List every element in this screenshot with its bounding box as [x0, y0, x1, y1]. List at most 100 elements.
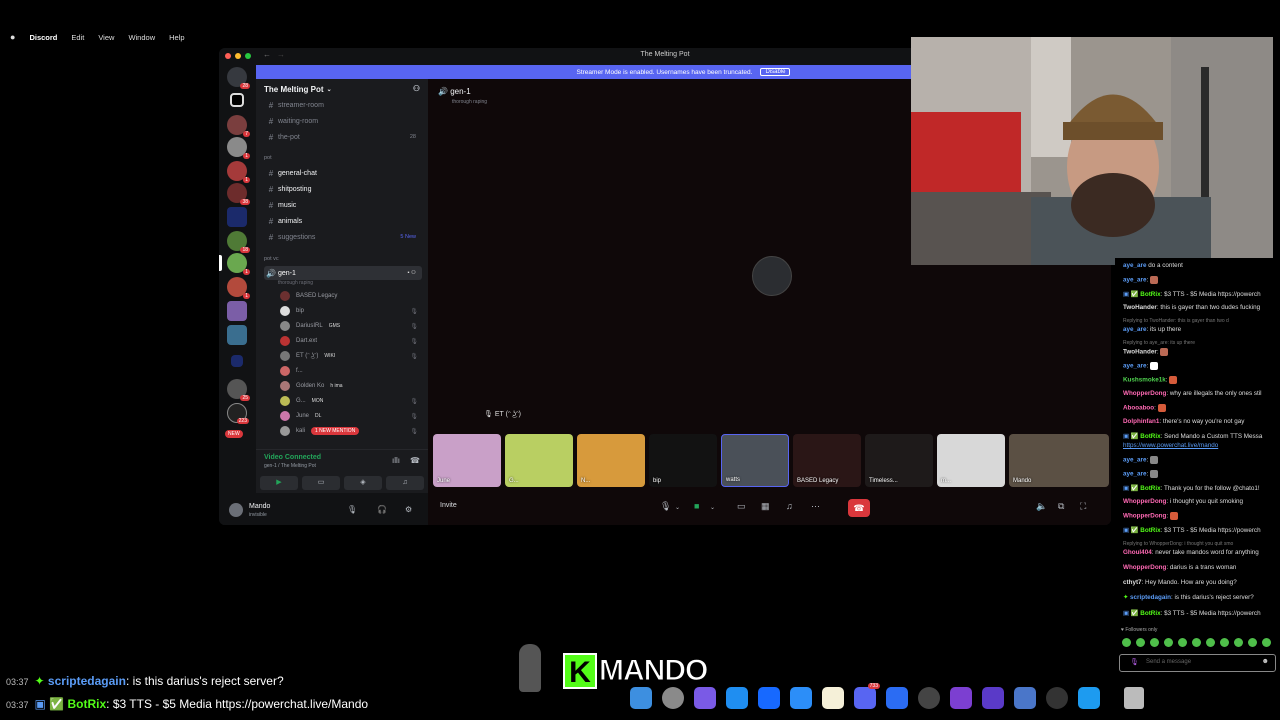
folder-icon[interactable] [231, 355, 243, 367]
emote-icon[interactable] [1150, 638, 1159, 647]
mail-icon[interactable] [790, 687, 812, 709]
participant-tile[interactable]: m... [937, 434, 1005, 487]
app-store-icon[interactable] [726, 687, 748, 709]
emote-icon[interactable] [1220, 638, 1229, 647]
trash-icon[interactable] [1124, 687, 1144, 709]
new-mention-badge[interactable]: 1 NEW MENTION [311, 427, 360, 435]
soundboard-icon[interactable]: ♫ [786, 501, 793, 511]
apple-icon[interactable]: ● [10, 32, 15, 42]
chat-input[interactable]: 🎙 Send a message ☻ [1119, 654, 1276, 672]
emote-icon[interactable] [1234, 638, 1243, 647]
folder-icon[interactable] [227, 207, 247, 227]
server-icon[interactable]: 38 [227, 183, 250, 205]
server-icon[interactable] [230, 93, 244, 107]
headphones-icon[interactable]: 🎧 [377, 505, 387, 514]
server-folder-icon[interactable] [227, 301, 247, 321]
disconnect-icon[interactable]: ☎ [410, 456, 420, 465]
menu-edit[interactable]: Edit [71, 33, 84, 42]
chevron-down-icon[interactable]: ⌄ [675, 504, 680, 511]
browser-icon[interactable] [758, 687, 780, 709]
voice-location[interactable]: gen-1 / The Melting Pot [264, 463, 316, 469]
discord-icon[interactable]: 733 [854, 683, 880, 709]
screen-share-icon[interactable]: ▭ [737, 501, 746, 512]
disable-streamer-button[interactable]: Disable [760, 68, 791, 76]
voice-member[interactable]: ET (ᵔ ͜ʖᵔ) WIKI 🎙 [280, 349, 422, 363]
chat-icon[interactable]: ▪ ⚇ [408, 270, 422, 276]
microphone-icon[interactable]: 🎙 [1130, 658, 1139, 666]
participant-tile[interactable]: Mando [1009, 434, 1109, 487]
server-icon-melting-pot[interactable]: 1 [227, 253, 250, 275]
new-badge[interactable]: NEW [225, 430, 243, 438]
channel-general-chat[interactable]: # general-chat [264, 166, 422, 180]
finder-icon[interactable] [630, 687, 652, 709]
more-icon[interactable]: ⋯ [811, 501, 820, 512]
emote-icon[interactable] [1206, 638, 1215, 647]
emote-icon[interactable] [1122, 638, 1131, 647]
emote-icon[interactable] [1248, 638, 1257, 647]
participant-tile[interactable]: G... [505, 434, 573, 487]
voice-member[interactable]: f... [280, 364, 422, 378]
app-icon[interactable] [1014, 687, 1036, 709]
soundboard-button[interactable]: ♫ [386, 476, 424, 490]
emoji-icon[interactable]: ☻ [1262, 658, 1269, 665]
camera-button[interactable]: ▶ [260, 476, 298, 490]
participant-tile[interactable]: Timeless... [865, 434, 933, 487]
category-pot-vc[interactable]: pot vc [264, 256, 279, 262]
voice-member[interactable]: bip 🎙 [280, 304, 422, 318]
microphone-icon[interactable]: 🎙 [347, 505, 357, 514]
server-icon[interactable]: 1 [227, 137, 250, 159]
voice-member[interactable]: kali 1 NEW MENTION 🎙 [280, 424, 422, 438]
fullscreen-icon[interactable]: ⛶ [1080, 501, 1086, 512]
activity-monitor-icon[interactable] [918, 687, 940, 709]
emote-icon[interactable] [1178, 638, 1187, 647]
safari-icon[interactable] [886, 687, 908, 709]
hangup-button[interactable]: ☎ [848, 499, 870, 517]
participant-tile[interactable]: bip [649, 434, 717, 487]
settings-icon[interactable] [662, 687, 684, 709]
server-icon[interactable]: 223 [227, 403, 249, 424]
participant-tile[interactable]: watts [721, 434, 789, 487]
voice-member[interactable]: G... MON 🎙 [280, 394, 422, 408]
add-member-icon[interactable]: ⚇ [413, 84, 420, 93]
menu-app-name[interactable]: Discord [29, 33, 57, 42]
server-icon[interactable]: 18 [227, 231, 250, 253]
emote-icon[interactable] [1136, 638, 1145, 647]
gear-icon[interactable]: ⚙ [405, 505, 412, 514]
app-icon[interactable] [950, 687, 972, 709]
screen-share-button[interactable]: ▭ [302, 476, 340, 490]
category-pot[interactable]: pot [264, 155, 272, 161]
chat-link[interactable]: https://www.powerchat.live/mando [1123, 442, 1280, 449]
invite-button[interactable]: Invite [440, 502, 457, 509]
app-icon[interactable] [1078, 687, 1100, 709]
focused-avatar[interactable] [752, 256, 792, 296]
user-name[interactable]: Mando [249, 503, 270, 510]
channel-animals[interactable]: # animals [264, 214, 422, 228]
menu-window[interactable]: Window [128, 33, 155, 42]
participant-tile[interactable]: BASED Legacy [793, 434, 861, 487]
voice-member[interactable]: DariusIRL GMS 🎙 [280, 319, 422, 333]
voice-member[interactable]: Dart.ext 🎙 [280, 334, 422, 348]
menu-help[interactable]: Help [169, 33, 184, 42]
notes-icon[interactable] [822, 687, 844, 709]
server-icon[interactable]: 7 [227, 115, 250, 137]
server-folder-icon[interactable] [227, 325, 247, 345]
popout-icon[interactable]: ⧉ [1058, 501, 1064, 512]
activities-button[interactable]: ◈ [344, 476, 382, 490]
microphone-icon[interactable]: 🎙 [660, 501, 671, 512]
voice-channel-gen-1[interactable]: 🔊 gen-1 ▪ ⚇ [264, 266, 422, 280]
voice-member[interactable]: Golden Ko h ima [280, 379, 422, 393]
participant-tile[interactable]: N... [577, 434, 645, 487]
channel-shitposting[interactable]: # shitposting [264, 182, 422, 196]
emote-icon[interactable] [1192, 638, 1201, 647]
emote-icon[interactable] [1164, 638, 1173, 647]
avatar[interactable] [229, 503, 243, 517]
emote-icon[interactable] [1262, 638, 1271, 647]
voice-member[interactable]: BASED Legacy [280, 289, 422, 303]
activities-icon[interactable]: ▦ [761, 501, 770, 512]
app-icon[interactable] [694, 687, 716, 709]
voice-status[interactable]: Video Connected [264, 454, 321, 461]
channel-music[interactable]: # music [264, 198, 422, 212]
menu-view[interactable]: View [98, 33, 114, 42]
server-icon[interactable]: 1 [227, 277, 250, 299]
channel-streamer-room[interactable]: # streamer-room [264, 98, 422, 112]
